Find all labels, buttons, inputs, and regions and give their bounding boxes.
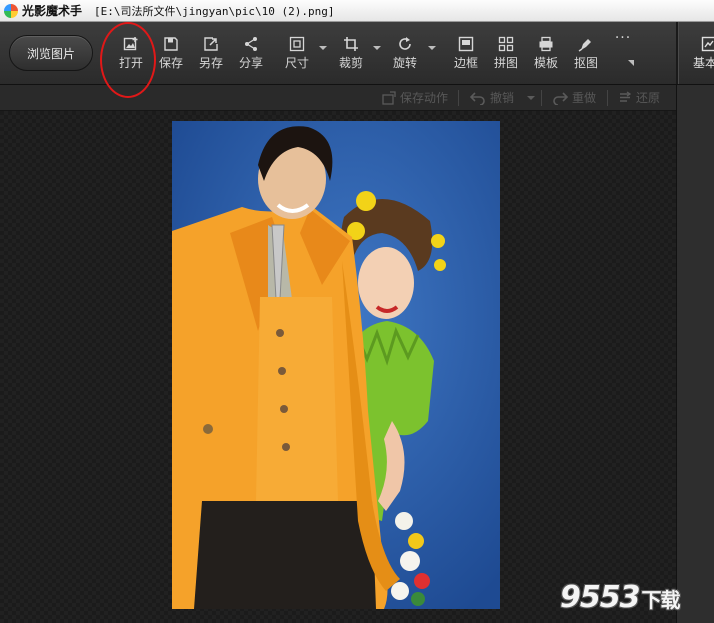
watermark-number: 9553 xyxy=(560,580,640,615)
more-button[interactable]: ··· xyxy=(603,30,643,74)
template-label: 模板 xyxy=(533,56,558,70)
template-icon xyxy=(539,36,553,52)
collage-label: 拼图 xyxy=(493,56,518,70)
cutout-button[interactable]: 抠图 xyxy=(566,32,606,76)
grid-icon xyxy=(498,36,514,52)
save-label: 保存 xyxy=(158,56,183,70)
undo-dropdown-arrow[interactable] xyxy=(527,96,535,100)
undo-button[interactable]: 撤销 xyxy=(470,89,514,106)
action-bar: 保存动作 撤销 重做 还原 xyxy=(0,85,676,111)
restore-button[interactable]: 还原 xyxy=(618,89,660,106)
couple-photo xyxy=(172,121,500,609)
restore-label: 还原 xyxy=(636,91,661,105)
redo-icon xyxy=(553,91,568,105)
rotate-icon xyxy=(399,37,411,50)
save-as-icon xyxy=(204,37,218,51)
save-action-icon xyxy=(382,90,396,105)
right-panel xyxy=(676,85,714,623)
undo-icon xyxy=(470,91,485,105)
crop-button[interactable]: 裁剪 xyxy=(331,32,371,76)
redo-label: 重做 xyxy=(572,91,597,105)
rotate-dropdown-arrow[interactable] xyxy=(428,46,436,50)
rotate-label: 旋转 xyxy=(392,56,417,70)
highlight-circle xyxy=(100,22,156,98)
app-logo-icon xyxy=(4,3,18,18)
action-separator xyxy=(607,90,608,106)
border-label: 边框 xyxy=(453,56,478,70)
template-button[interactable]: 模板 xyxy=(526,32,566,76)
photo-image xyxy=(172,121,500,609)
browse-images-button[interactable]: 浏览图片 xyxy=(9,35,93,71)
share-label: 分享 xyxy=(238,56,263,70)
watermark-logo: 9553 下载 xyxy=(560,580,681,615)
basic-tab-label: 基本 xyxy=(693,56,714,70)
save-as-button[interactable]: 另存 xyxy=(191,32,231,76)
save-icon xyxy=(164,37,178,51)
size-dropdown-arrow[interactable] xyxy=(319,46,327,50)
title-bar: 光影魔术手 [E:\司法所文件\jingyan\pic\10 (2).png] xyxy=(0,0,714,22)
cutout-label: 抠图 xyxy=(573,56,598,70)
adjust-icon xyxy=(701,36,714,52)
save-action-button[interactable]: 保存动作 xyxy=(382,89,448,106)
size-label: 尺寸 xyxy=(284,56,309,70)
basic-tab[interactable]: 基本 xyxy=(685,32,714,76)
border-button[interactable]: 边框 xyxy=(446,32,486,76)
watermark-suffix: 下载 xyxy=(641,588,681,612)
share-icon xyxy=(245,37,257,51)
action-separator xyxy=(541,90,542,106)
pen-icon xyxy=(578,39,591,52)
action-separator xyxy=(458,90,459,106)
crop-label: 裁剪 xyxy=(338,56,363,70)
save-as-label: 另存 xyxy=(198,56,223,70)
collage-button[interactable]: 拼图 xyxy=(486,32,526,76)
resize-icon xyxy=(289,36,305,52)
size-button[interactable]: 尺寸 xyxy=(277,32,317,76)
rotate-button[interactable]: 旋转 xyxy=(385,32,425,76)
undo-label: 撤销 xyxy=(490,91,515,105)
file-path: [E:\司法所文件\jingyan\pic\10 (2).png] xyxy=(94,4,335,18)
crop-dropdown-arrow[interactable] xyxy=(373,46,381,50)
crop-icon xyxy=(344,37,358,51)
app-name: 光影魔术手 xyxy=(22,4,83,18)
toolbar-divider xyxy=(676,22,679,84)
restore-icon xyxy=(620,90,632,102)
share-button[interactable]: 分享 xyxy=(231,32,271,76)
redo-button[interactable]: 重做 xyxy=(552,89,596,106)
save-action-label: 保存动作 xyxy=(400,91,449,105)
more-corner-icon[interactable] xyxy=(628,60,634,66)
save-button[interactable]: 保存 xyxy=(151,32,191,76)
border-icon xyxy=(458,36,474,52)
